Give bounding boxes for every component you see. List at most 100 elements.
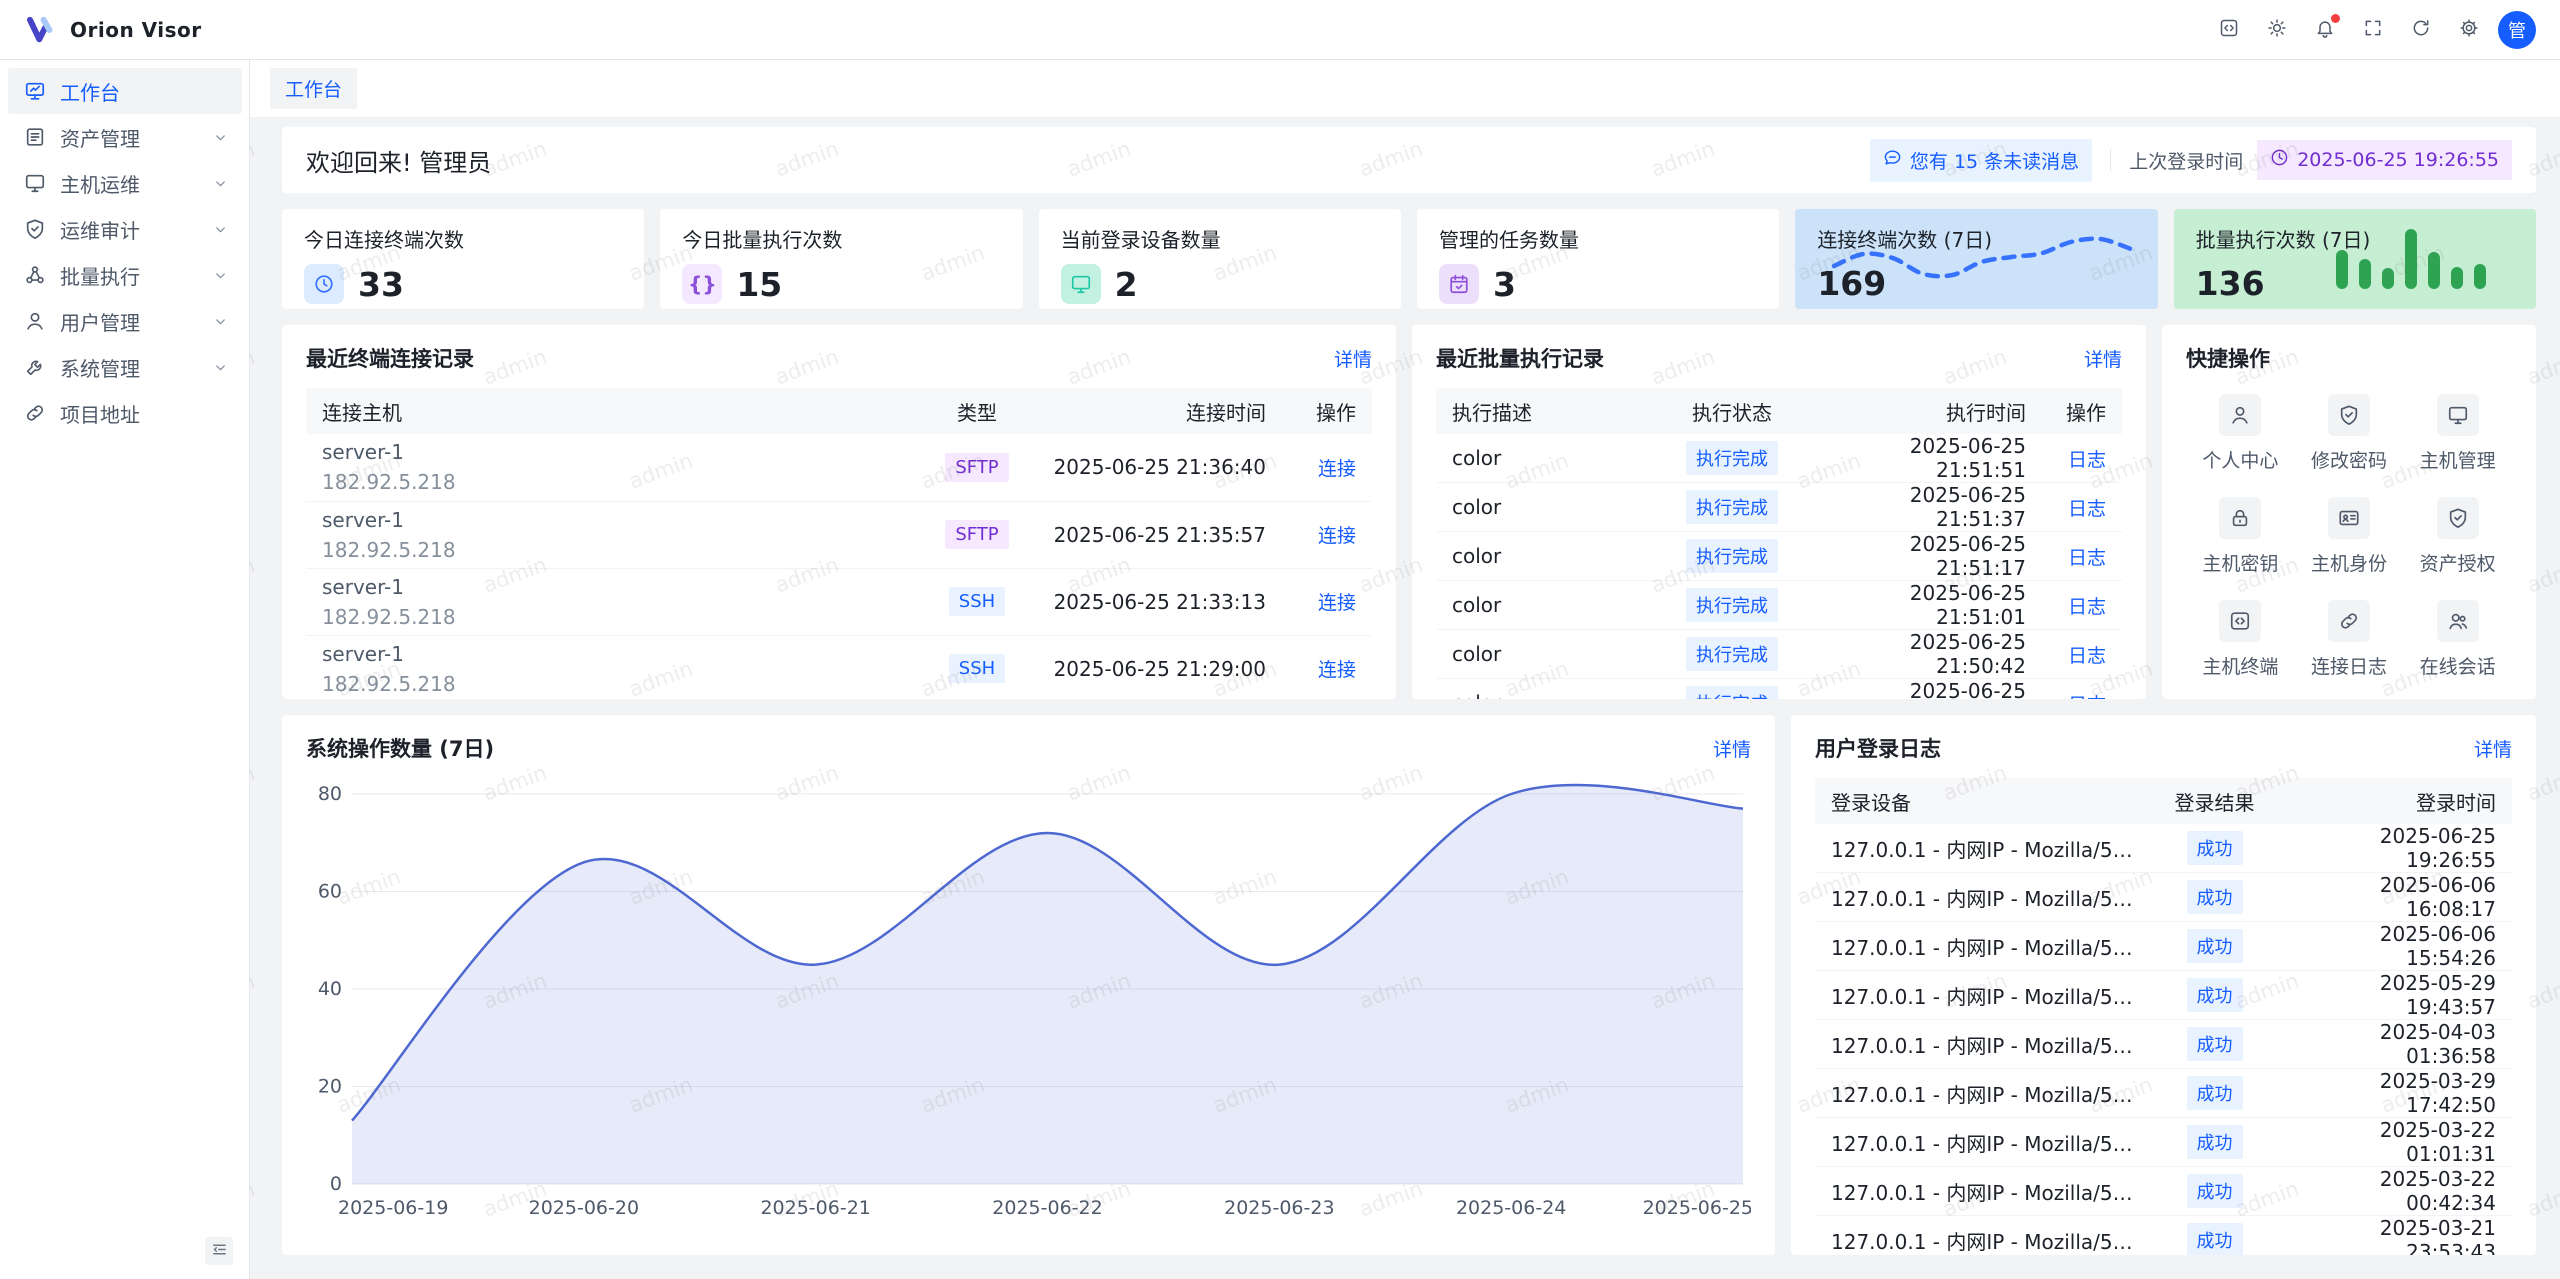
exec-bar xyxy=(2359,259,2371,289)
quick-action-item[interactable]: 修改密码 xyxy=(2295,394,2404,473)
sidebar-item[interactable]: 运维审计 xyxy=(8,206,242,252)
exec-bars-chart xyxy=(2336,225,2486,289)
orion-visor-logo xyxy=(24,13,58,47)
fullscreen-button[interactable] xyxy=(2354,11,2392,49)
batch-records-title: 最近批量执行记录 xyxy=(1436,343,1604,373)
svg-text:2025-06-22: 2025-06-22 xyxy=(992,1197,1102,1219)
login-logs-card: 用户登录日志 详情 登录设备 登录结果 登录时间 xyxy=(1791,715,2536,1255)
svg-text:80: 80 xyxy=(318,783,342,805)
menu-fold-icon xyxy=(211,1241,228,1261)
stat-value: 15 xyxy=(736,265,782,304)
exec-status-badge: 执行完成 xyxy=(1686,637,1778,671)
login-time: 2025-03-29 17:42:50 xyxy=(2277,1069,2512,1118)
log-link[interactable]: 日志 xyxy=(2068,645,2106,667)
batch-records-card: 最近批量执行记录 详情 执行描述 执行状态 执行时间 操作 xyxy=(1412,325,2146,699)
quick-action-item[interactable]: 连接日志 xyxy=(2295,600,2404,679)
settings-button[interactable] xyxy=(2450,11,2488,49)
sidebar-item[interactable]: 主机运维 xyxy=(8,160,242,206)
col-login-device: 登录设备 xyxy=(1815,778,2152,824)
quick-actions-title: 快捷操作 xyxy=(2186,343,2270,373)
log-link[interactable]: 日志 xyxy=(2068,547,2106,569)
sidebar-item[interactable]: 项目地址 xyxy=(8,390,242,436)
login-result-badge: 成功 xyxy=(2187,978,2243,1012)
sun-icon xyxy=(2267,18,2287,41)
ops-chart-card: 系统操作数量 (7日) 详情 0204060802025-06-192025-0… xyxy=(282,715,1775,1255)
quick-action-item[interactable]: 主机身份 xyxy=(2295,497,2404,576)
login-log-row: 127.0.0.1 - 内网IP - Mozilla/5.0 (Windows … xyxy=(1815,1118,2512,1167)
connect-time: 2025-06-25 21:36:40 xyxy=(1032,434,1282,501)
brand: Orion Visor xyxy=(24,13,202,47)
batch-records-detail-link[interactable]: 详情 xyxy=(2084,345,2122,372)
sidebar-item[interactable]: 资产管理 xyxy=(8,114,242,160)
quick-action-item[interactable]: 主机密钥 xyxy=(2186,497,2295,576)
login-time: 2025-06-06 16:08:17 xyxy=(2277,873,2512,922)
login-device: 127.0.0.1 - 内网IP - Mozilla/5.0 (Windows … xyxy=(1815,1020,2152,1069)
exec-trend-value: 136 xyxy=(2196,264,2265,303)
user-avatar[interactable]: 管 xyxy=(2498,11,2536,49)
sidebar-collapse-button[interactable] xyxy=(205,1237,233,1265)
link-icon xyxy=(24,402,46,424)
batch-record-row: color 执行完成 2025-06-25 21:50:10 日志 xyxy=(1436,679,2122,700)
sidebar-item-label: 资产管理 xyxy=(60,123,140,152)
watermark-text: admin xyxy=(250,344,258,389)
workbench-icon xyxy=(24,80,46,102)
terminal-record-row: server-1 182.92.5.218 SSH 2025-06-25 21:… xyxy=(306,568,1372,635)
quick-action-item[interactable]: 主机管理 xyxy=(2403,394,2512,473)
sidebar-item-label: 工作台 xyxy=(60,77,120,106)
svg-text:2025-06-19: 2025-06-19 xyxy=(338,1197,448,1219)
quick-action-item[interactable]: 资产授权 xyxy=(2403,497,2512,576)
sidebar-item[interactable]: 工作台 xyxy=(8,68,242,114)
host-ip: 182.92.5.218 xyxy=(322,669,906,699)
chevron-down-icon xyxy=(213,268,228,283)
exec-status-badge: 执行完成 xyxy=(1686,539,1778,573)
watermark-text: admin xyxy=(250,968,258,1013)
col-exec-status: 执行状态 xyxy=(1662,388,1802,434)
connect-link[interactable]: 连接 xyxy=(1318,659,1356,681)
quick-action-item[interactable]: 主机终端 xyxy=(2186,600,2295,679)
quick-action-item[interactable]: 个人中心 xyxy=(2186,394,2295,473)
notifications-button[interactable] xyxy=(2306,11,2344,49)
ops-chart-detail-link[interactable]: 详情 xyxy=(1713,735,1751,762)
col-exec-desc: 执行描述 xyxy=(1436,388,1662,434)
id-card-icon xyxy=(2328,497,2370,539)
exec-status-badge: 执行完成 xyxy=(1686,588,1778,622)
quick-action-item[interactable]: 在线会话 xyxy=(2403,600,2512,679)
host-name: server-1 xyxy=(322,505,906,535)
stat-label: 当前登录设备数量 xyxy=(1061,224,1379,253)
chevron-down-icon xyxy=(213,130,228,145)
svg-text:2025-06-24: 2025-06-24 xyxy=(1456,1197,1566,1219)
host-ip: 182.92.5.218 xyxy=(322,535,906,565)
connect-sparkline-chart xyxy=(1826,217,2136,297)
login-log-row: 127.0.0.1 - 内网IP - Mozilla/5.0 (Windows … xyxy=(1815,971,2512,1020)
api-code-button[interactable] xyxy=(2210,11,2248,49)
sidebar-item[interactable]: 系统管理 xyxy=(8,344,242,390)
log-link[interactable]: 日志 xyxy=(2068,596,2106,618)
terminal-record-row: server-1 182.92.5.218 SFTP 2025-06-25 21… xyxy=(306,501,1372,568)
connect-link[interactable]: 连接 xyxy=(1318,525,1356,547)
cluster-icon xyxy=(24,264,46,286)
sidebar-item[interactable]: 批量执行 xyxy=(8,252,242,298)
exec-bar xyxy=(2474,264,2486,289)
svg-text:60: 60 xyxy=(318,881,342,903)
connect-link[interactable]: 连接 xyxy=(1318,592,1356,614)
login-result-badge: 成功 xyxy=(2187,1223,2243,1255)
exec-bar xyxy=(2382,268,2394,289)
exec-desc: color xyxy=(1436,581,1662,630)
log-link[interactable]: 日志 xyxy=(2068,694,2106,700)
col-host: 连接主机 xyxy=(306,388,922,434)
svg-text:2025-06-21: 2025-06-21 xyxy=(760,1197,870,1219)
theme-toggle-button[interactable] xyxy=(2258,11,2296,49)
host-name: server-1 xyxy=(322,437,906,467)
log-link[interactable]: 日志 xyxy=(2068,449,2106,471)
refresh-button[interactable] xyxy=(2402,11,2440,49)
connect-link[interactable]: 连接 xyxy=(1318,458,1356,480)
sidebar-item[interactable]: 用户管理 xyxy=(8,298,242,344)
login-logs-detail-link[interactable]: 详情 xyxy=(2474,735,2512,762)
batch-record-row: color 执行完成 2025-06-25 21:51:17 日志 xyxy=(1436,532,2122,581)
unread-messages-badge[interactable]: 您有 15 条未读消息 xyxy=(1870,139,2092,182)
stat-card: 今日连接终端次数 33 xyxy=(282,209,644,309)
terminal-records-detail-link[interactable]: 详情 xyxy=(1334,345,1372,372)
breadcrumb-item-workbench[interactable]: 工作台 xyxy=(270,68,357,109)
log-link[interactable]: 日志 xyxy=(2068,498,2106,520)
terminal-records-card: 最近终端连接记录 详情 连接主机 类型 连接时间 操作 xyxy=(282,325,1396,699)
